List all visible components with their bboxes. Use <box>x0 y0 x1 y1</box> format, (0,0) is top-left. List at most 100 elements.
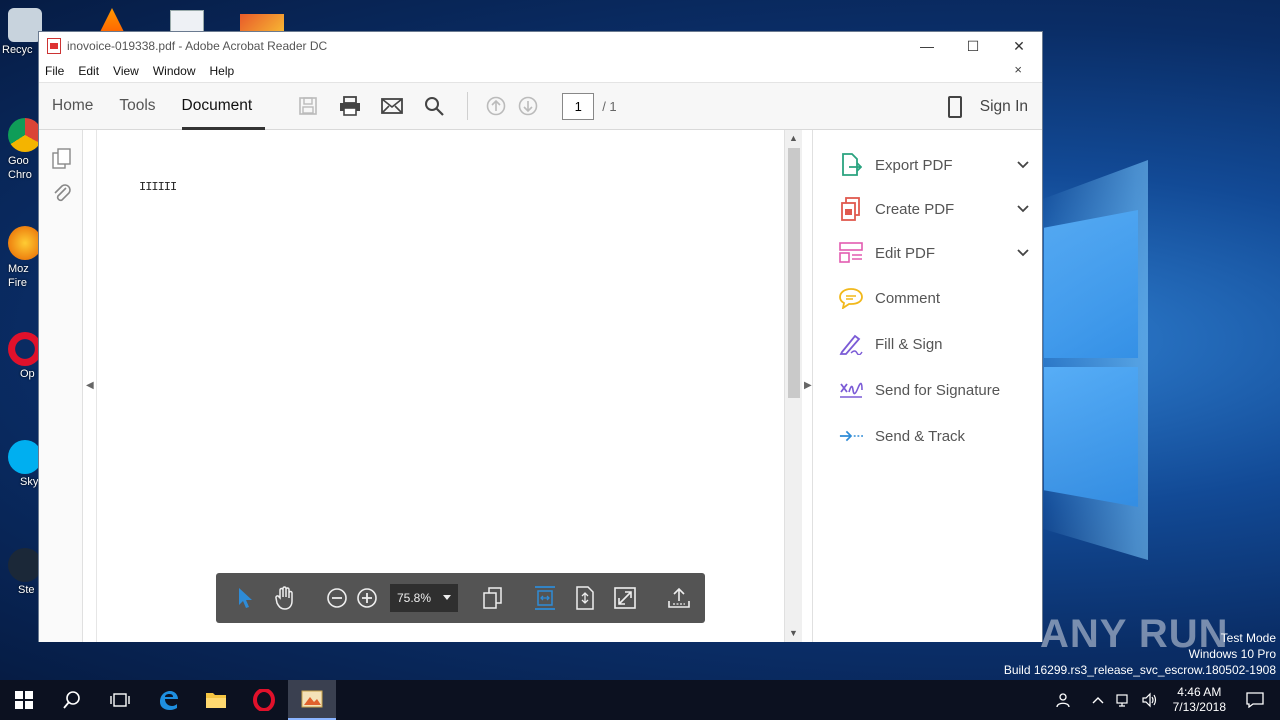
envelope-icon <box>381 98 404 114</box>
send-signature-icon <box>839 378 863 402</box>
page-thumbnails-button[interactable] <box>52 148 72 170</box>
main-toolbar: Home Tools Document 1 / 1 Sign In <box>39 82 1042 130</box>
steam-icon <box>8 548 42 582</box>
fit-width-icon <box>535 586 555 610</box>
taskbar: 4:46 AM 7/13/2018 <box>0 680 1280 720</box>
zoom-in-button[interactable] <box>352 583 382 613</box>
minimize-button[interactable]: — <box>904 32 950 60</box>
page-number-input[interactable]: 1 <box>562 92 595 120</box>
desktop-icons: Recyc Goo Chro Moz Fire Op Sky Ste <box>0 0 42 680</box>
full-screen-button[interactable] <box>610 583 640 613</box>
page-display-button[interactable] <box>478 583 508 613</box>
fit-width-button[interactable] <box>530 583 560 613</box>
start-button[interactable] <box>0 680 48 720</box>
menu-file[interactable]: File <box>45 64 64 78</box>
zoom-level-select[interactable]: 75.8% <box>390 584 458 612</box>
select-tool-button[interactable] <box>230 583 260 613</box>
menu-view[interactable]: View <box>113 64 139 78</box>
notifications-icon[interactable] <box>1244 689 1266 711</box>
chevron-down-icon[interactable] <box>1017 158 1029 172</box>
task-view-button[interactable] <box>96 680 144 720</box>
volume-icon[interactable] <box>1139 689 1161 711</box>
tool-send-for-signature[interactable]: Send for Signature <box>839 375 1029 405</box>
menu-edit[interactable]: Edit <box>78 64 99 78</box>
task-view-icon <box>110 693 130 707</box>
tool-fill-sign[interactable]: Fill & Sign <box>839 329 1029 359</box>
pages-icon <box>483 587 502 609</box>
image-viewer-icon <box>301 690 323 708</box>
create-pdf-icon <box>839 197 863 221</box>
opera-icon <box>253 689 275 711</box>
collapse-right-icon[interactable]: ▶ <box>804 380 812 391</box>
tool-send-track[interactable]: Send & Track <box>839 421 1029 451</box>
close-document-button[interactable]: × <box>1014 62 1022 77</box>
cursor-arrow-icon <box>239 588 252 608</box>
hand-icon <box>275 586 293 610</box>
people-icon[interactable] <box>1051 689 1073 711</box>
fit-page-button[interactable] <box>570 583 600 613</box>
tool-create-pdf[interactable]: Create PDF <box>839 194 1029 224</box>
tool-label: Comment <box>875 289 941 307</box>
sysinfo-line: Test Mode <box>1220 631 1276 645</box>
tool-label: Send for Signature <box>875 381 1001 399</box>
search-taskbar-button[interactable] <box>48 680 96 720</box>
edit-pdf-icon <box>839 241 863 265</box>
opera-taskbar-button[interactable] <box>240 680 288 720</box>
document-page[interactable]: IIIIII <box>96 130 782 642</box>
toolbar-divider <box>467 92 469 120</box>
menu-help[interactable]: Help <box>210 64 235 78</box>
attachments-button[interactable] <box>52 182 72 204</box>
tab-document[interactable]: Document <box>169 82 266 130</box>
previous-page-button[interactable] <box>480 90 512 122</box>
zoom-out-button[interactable] <box>322 583 352 613</box>
acrobat-window: inovoice-019338.pdf - Adobe Acrobat Read… <box>38 31 1043 642</box>
tool-comment[interactable]: Comment <box>839 283 1029 313</box>
print-button[interactable] <box>329 90 371 122</box>
close-button[interactable]: ✕ <box>996 32 1042 60</box>
tool-label: Create PDF <box>875 200 955 218</box>
clock[interactable]: 4:46 AM 7/13/2018 <box>1173 685 1226 715</box>
search-button[interactable] <box>413 90 455 122</box>
share-button[interactable] <box>664 583 694 613</box>
mobile-icon <box>947 96 962 118</box>
scroll-up-icon[interactable]: ▲ <box>789 133 798 143</box>
paperclip-icon <box>54 184 71 202</box>
tool-export-pdf[interactable]: Export PDF <box>839 150 1029 180</box>
document-icon[interactable] <box>170 10 204 32</box>
chevron-down-icon[interactable] <box>1017 202 1029 216</box>
sysinfo-line: Build 16299.rs3_release_svc_escrow.18050… <box>1003 663 1276 677</box>
network-icon[interactable] <box>1113 689 1135 711</box>
save-icon <box>299 97 318 115</box>
email-button[interactable] <box>371 90 413 122</box>
window-title: inovoice-019338.pdf - Adobe Acrobat Read… <box>67 39 328 53</box>
acrobat-taskbar-button[interactable] <box>288 680 336 720</box>
collapse-left-icon[interactable]: ◀ <box>86 380 94 391</box>
sign-in-button[interactable]: Sign In <box>947 83 1028 131</box>
hand-tool-button[interactable] <box>270 583 300 613</box>
maximize-button[interactable]: ☐ <box>950 32 996 60</box>
full-screen-icon <box>614 587 636 609</box>
chevron-down-icon[interactable] <box>1017 246 1029 260</box>
chevron-up-icon[interactable] <box>1087 689 1109 711</box>
vlc-icon[interactable] <box>100 8 124 32</box>
file-explorer-taskbar-button[interactable] <box>192 680 240 720</box>
fill-sign-icon <box>839 332 863 356</box>
upload-icon <box>668 587 690 608</box>
tool-edit-pdf[interactable]: Edit PDF <box>839 238 1029 268</box>
windows-logo-pane <box>1044 210 1138 358</box>
save-button[interactable] <box>287 90 329 122</box>
clock-date: 7/13/2018 <box>1172 700 1226 714</box>
tab-tools[interactable]: Tools <box>106 82 168 130</box>
scrollbar-thumb[interactable] <box>788 148 800 398</box>
recycle-bin-icon <box>8 8 42 42</box>
title-bar[interactable]: inovoice-019338.pdf - Adobe Acrobat Read… <box>39 32 1042 60</box>
windows-logo-light <box>1040 160 1148 560</box>
search-icon <box>63 691 80 709</box>
scroll-down-icon[interactable]: ▼ <box>789 628 798 638</box>
menu-window[interactable]: Window <box>153 64 196 78</box>
image-icon[interactable] <box>240 14 284 32</box>
next-page-button[interactable] <box>512 90 544 122</box>
tab-home[interactable]: Home <box>39 82 106 130</box>
vertical-scrollbar[interactable]: ▲ ▼ <box>784 130 802 642</box>
edge-taskbar-button[interactable] <box>144 680 192 720</box>
